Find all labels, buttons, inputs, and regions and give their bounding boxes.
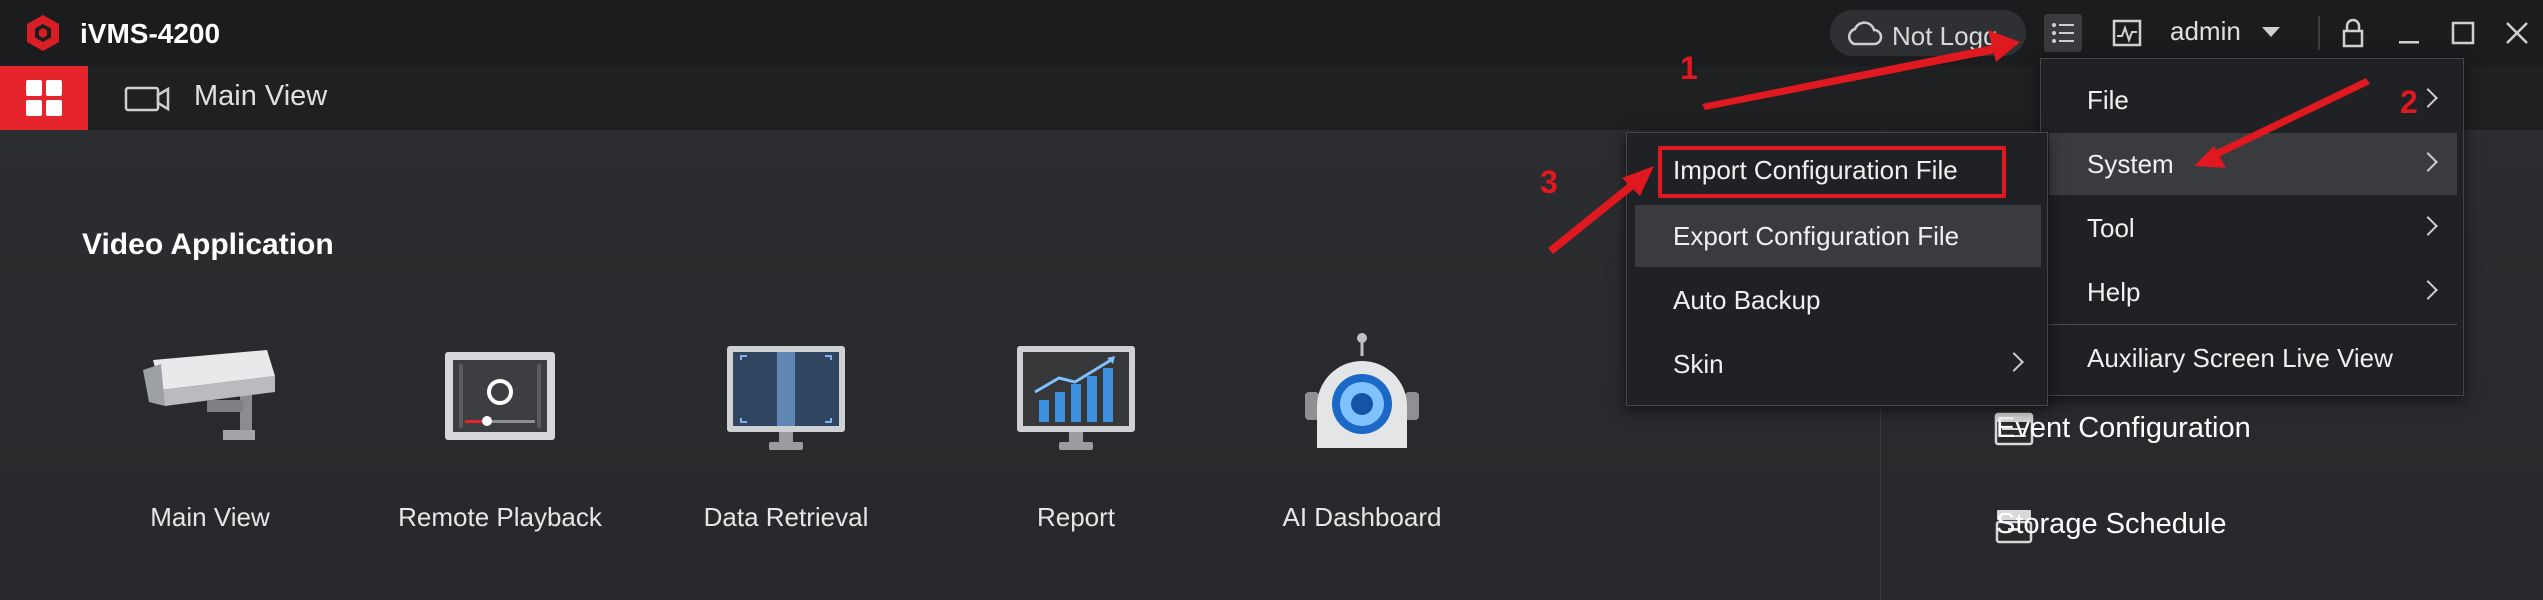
close-icon[interactable] xyxy=(2498,14,2536,52)
user-caret-icon[interactable] xyxy=(2262,27,2280,37)
monitor-icon[interactable] xyxy=(2108,14,2146,52)
app-label: Remote Playback xyxy=(398,502,602,532)
menu-item-help[interactable]: Help xyxy=(2041,261,2465,323)
chevron-right-icon xyxy=(2418,216,2438,236)
grid-icon xyxy=(26,80,62,116)
user-name[interactable]: admin xyxy=(2170,16,2241,47)
data-retrieval-icon xyxy=(727,346,845,450)
step-number-3: 3 xyxy=(1540,164,1558,200)
report-chart-icon xyxy=(1017,346,1135,450)
cloud-status-label: Not Logg... xyxy=(1892,21,2020,51)
app-tile-remote-playback[interactable]: Remote Playback xyxy=(390,330,610,532)
menu-item-auxiliary-screen-live-view[interactable]: Auxiliary Screen Live View xyxy=(2041,327,2465,389)
camera-icon xyxy=(143,350,275,440)
playback-icon xyxy=(445,352,555,440)
home-tab[interactable] xyxy=(0,66,88,130)
event-configuration-link[interactable]: Event Configuration xyxy=(1996,412,2251,445)
cloud-icon xyxy=(1848,21,1883,46)
app-tile-ai-dashboard[interactable]: AI Dashboard xyxy=(1252,330,1472,532)
menu-separator xyxy=(2049,324,2457,325)
step-number-2: 2 xyxy=(2400,84,2418,120)
chevron-right-icon xyxy=(2418,152,2438,172)
cloud-login-status[interactable]: Not Logg... xyxy=(1830,10,2026,56)
app-tile-main-view[interactable]: Main View xyxy=(100,330,320,532)
chevron-right-icon xyxy=(2418,88,2438,108)
annotation-highlight-box xyxy=(1658,146,2006,198)
menu-item-export-configuration-file[interactable]: Export Configuration File xyxy=(1635,205,2041,267)
menu-item-tool[interactable]: Tool xyxy=(2041,197,2465,259)
lock-icon[interactable] xyxy=(2334,14,2372,52)
menu-item-auto-backup[interactable]: Auto Backup xyxy=(1627,269,2049,331)
app-label: Report xyxy=(1036,502,1116,532)
app-title: iVMS-4200 xyxy=(80,18,221,49)
video-camera-icon xyxy=(124,86,170,112)
maximize-icon[interactable] xyxy=(2444,14,2482,52)
app-logo-icon xyxy=(27,15,59,51)
menu-item-system[interactable]: System xyxy=(2049,133,2457,195)
app-label: Data Retrieval xyxy=(703,502,869,532)
tab-main-view[interactable]: Main View xyxy=(194,80,327,113)
minimize-icon[interactable] xyxy=(2390,14,2428,52)
chevron-right-icon xyxy=(2004,352,2024,372)
titlebar-divider xyxy=(2318,16,2320,50)
app-tile-data-retrieval[interactable]: Data Retrieval xyxy=(676,330,896,532)
menu-item-skin[interactable]: Skin xyxy=(1627,333,2049,395)
menu-list-icon[interactable] xyxy=(2044,14,2082,52)
title-bar: iVMS-4200 Not Logg... admin xyxy=(0,0,2543,66)
app-label: AI Dashboard xyxy=(1282,502,1442,532)
step-number-1: 1 xyxy=(1680,50,1698,86)
chevron-right-icon xyxy=(2418,280,2438,300)
app-label: Main View xyxy=(150,502,270,532)
ai-robot-icon xyxy=(1305,333,1419,448)
storage-schedule-link[interactable]: Storage Schedule xyxy=(1996,508,2227,541)
section-title: Video Application xyxy=(82,228,334,261)
app-tile-report[interactable]: Report xyxy=(966,330,1186,532)
